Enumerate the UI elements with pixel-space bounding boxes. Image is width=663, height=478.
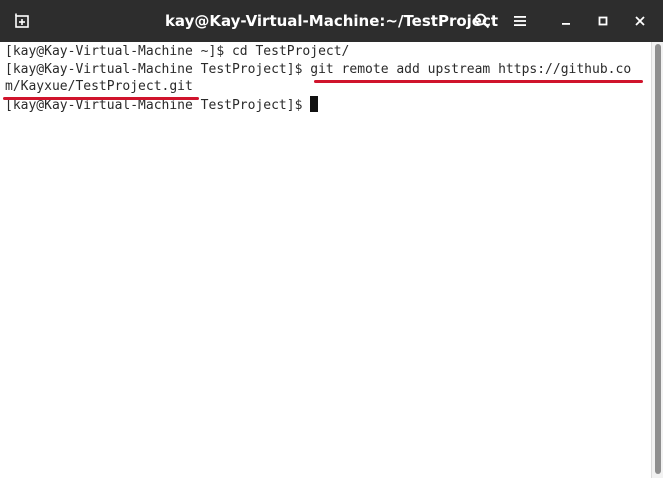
terminal-line: [kay@Kay-Virtual-Machine TestProject]$ g…	[5, 61, 651, 79]
terminal-window: kay@Kay-Virtual-Machine:~/TestProject [k…	[0, 0, 663, 478]
maximize-icon	[596, 14, 610, 28]
new-tab-icon	[14, 12, 32, 30]
search-button[interactable]	[467, 6, 497, 36]
close-button[interactable]	[625, 6, 655, 36]
minimize-icon	[559, 14, 573, 28]
shell-command: cd TestProject/	[231, 44, 350, 59]
menu-button[interactable]	[505, 6, 535, 36]
vertical-scrollbar[interactable]	[651, 42, 663, 478]
minimize-button[interactable]	[551, 6, 581, 36]
scrollbar-thumb[interactable]	[655, 44, 661, 474]
maximize-button[interactable]	[588, 6, 618, 36]
shell-command-continued: m/Kayxue/TestProject.git	[5, 79, 193, 94]
close-icon	[633, 14, 647, 28]
terminal-output[interactable]: [kay@Kay-Virtual-Machine ~]$ cd TestProj…	[0, 42, 651, 478]
shell-command: git remote add upstream https://github.c…	[310, 61, 632, 77]
new-tab-button[interactable]	[8, 6, 38, 36]
text-cursor	[310, 95, 319, 112]
shell-prompt: [kay@Kay-Virtual-Machine TestProject]$	[5, 61, 311, 77]
title-bar: kay@Kay-Virtual-Machine:~/TestProject	[0, 0, 663, 42]
annotation-underline	[3, 97, 199, 100]
hamburger-menu-icon	[512, 13, 528, 29]
shell-prompt: [kay@Kay-Virtual-Machine ~]$	[5, 44, 232, 59]
search-icon	[473, 12, 491, 30]
annotation-underline	[314, 80, 643, 83]
terminal-line: [kay@Kay-Virtual-Machine ~]$ cd TestProj…	[5, 43, 651, 61]
